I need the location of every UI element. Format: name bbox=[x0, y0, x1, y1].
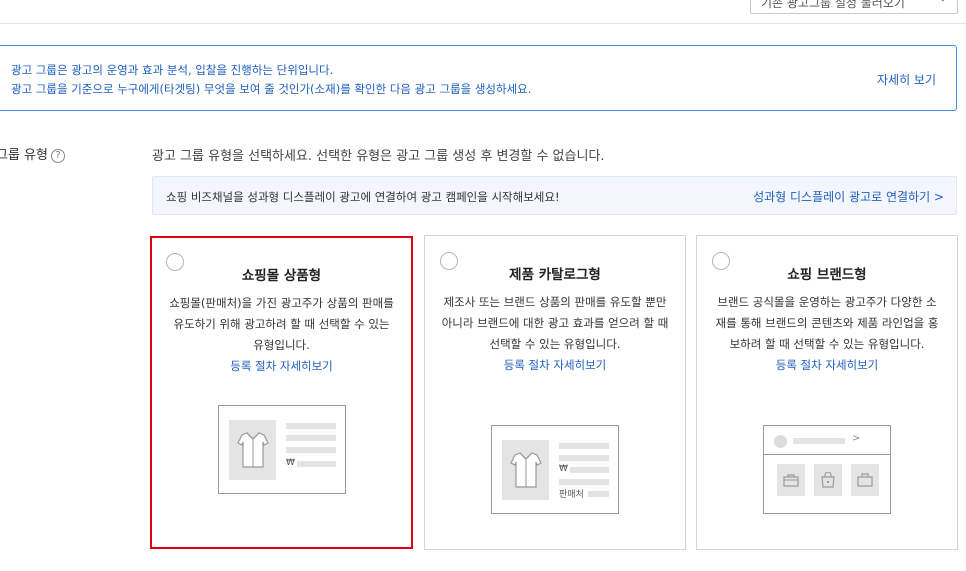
placeholder-bar bbox=[297, 461, 336, 467]
won-symbol: ₩ bbox=[286, 458, 295, 468]
placeholder-bar bbox=[286, 435, 336, 441]
info-line-1: 광고 그룹은 광고의 운영과 효과 분석, 입찰을 진행하는 단위입니다. bbox=[11, 63, 334, 77]
card-shopping-mall-product[interactable]: 쇼핑몰 상품형 쇼핑몰(판매처)을 가진 광고주가 상품의 판매를 유도하기 위… bbox=[150, 236, 413, 549]
card-description: 브랜드 공식몰을 운영하는 광고주가 다양한 소재를 통해 브랜드의 콘텐츠와 … bbox=[713, 292, 941, 376]
placeholder-bar bbox=[286, 447, 336, 453]
brand-illustration: > bbox=[763, 425, 891, 514]
catalog-illustration: ₩ 판매처 bbox=[491, 425, 619, 514]
card-description: 쇼핑몰(판매처)을 가진 광고주가 상품의 판매를 유도하기 위해 광고하려 할… bbox=[168, 293, 395, 377]
group-type-label-text: 그룹 유형 bbox=[0, 148, 48, 163]
help-icon[interactable]: ? bbox=[50, 149, 65, 163]
shopping-bag-icon bbox=[814, 464, 842, 496]
card-title: 쇼핑 브랜드형 bbox=[787, 267, 867, 283]
card-shopping-brand[interactable]: 쇼핑 브랜드형 브랜드 공식몰을 운영하는 광고주가 다양한 소재를 통해 브랜… bbox=[696, 235, 958, 550]
shirt-icon bbox=[502, 440, 549, 500]
card-description: 제조사 또는 브랜드 상품의 판매를 유도할 뿐만 아니라 브랜드에 대한 광고… bbox=[441, 292, 669, 376]
load-settings-label: 기존 광고그룹 설정 불러오기 bbox=[761, 0, 905, 10]
chevron-right-icon: > bbox=[852, 433, 861, 444]
promo-banner: 쇼핑 비즈채널을 성과형 디스플레이 광고에 연결하여 광고 캠페인을 시작해보… bbox=[152, 176, 957, 215]
registration-details-link[interactable]: 등록 절차 자세히보기 bbox=[168, 356, 395, 377]
placeholder-bar bbox=[286, 423, 336, 429]
promo-text: 쇼핑 비즈채널을 성과형 디스플레이 광고에 연결하여 광고 캠페인을 시작해보… bbox=[166, 190, 560, 204]
info-box: 광고 그룹은 광고의 운영과 효과 분석, 입찰을 진행하는 단위입니다. 광고… bbox=[0, 45, 957, 111]
placeholder-bar bbox=[559, 455, 609, 461]
group-type-description: 광고 그룹 유형을 선택하세요. 선택한 유형은 광고 그룹 생성 후 변경할 … bbox=[152, 149, 605, 164]
card-description-text: 브랜드 공식몰을 운영하는 광고주가 다양한 소재를 통해 브랜드의 콘텐츠와 … bbox=[715, 295, 939, 351]
registration-details-link[interactable]: 등록 절차 자세히보기 bbox=[713, 355, 941, 376]
placeholder-bar bbox=[570, 467, 609, 473]
card-description-text: 쇼핑몰(판매처)을 가진 광고주가 상품의 판매를 유도하기 위해 광고하려 할… bbox=[169, 296, 394, 352]
registration-details-link[interactable]: 등록 절차 자세히보기 bbox=[441, 355, 669, 376]
card-description-text: 제조사 또는 브랜드 상품의 판매를 유도할 뿐만 아니라 브랜드에 대한 광고… bbox=[441, 295, 669, 351]
placeholder-bar bbox=[559, 479, 609, 485]
more-info-link[interactable]: 자세히 보기 bbox=[877, 71, 936, 88]
shirt-icon bbox=[229, 420, 276, 480]
card-product-catalog[interactable]: 제품 카탈로그형 제조사 또는 브랜드 상품의 판매를 유도할 뿐만 아니라 브… bbox=[424, 235, 686, 550]
won-symbol: ₩ bbox=[559, 464, 568, 474]
load-settings-dropdown[interactable]: 기존 광고그룹 설정 불러오기 ⌄ bbox=[750, 0, 958, 14]
placeholder-bar bbox=[588, 491, 609, 497]
brand-avatar bbox=[774, 435, 787, 448]
divider bbox=[764, 454, 890, 455]
info-line-2: 광고 그룹을 기준으로 누구에게(타겟팅) 무엇을 보여 줄 것인가(소재)를 … bbox=[11, 82, 532, 96]
chevron-down-icon: ⌄ bbox=[939, 0, 947, 4]
product-illustration: ₩ bbox=[218, 405, 346, 494]
placeholder-bar bbox=[793, 438, 845, 444]
handbag-icon bbox=[851, 464, 879, 496]
placeholder-bar bbox=[559, 443, 609, 449]
brand-header: > bbox=[772, 433, 882, 448]
group-type-label: 그룹 유형? bbox=[0, 144, 65, 163]
bag-icon bbox=[777, 464, 805, 496]
connect-display-ad-link[interactable]: 성과형 디스플레이 광고로 연결하기 > bbox=[753, 188, 944, 205]
top-strip: 기존 광고그룹 설정 불러오기 ⌄ bbox=[0, 0, 966, 24]
seller-label: 판매처 bbox=[559, 490, 584, 500]
card-title: 제품 카탈로그형 bbox=[509, 267, 601, 283]
card-title: 쇼핑몰 상품형 bbox=[241, 268, 322, 284]
